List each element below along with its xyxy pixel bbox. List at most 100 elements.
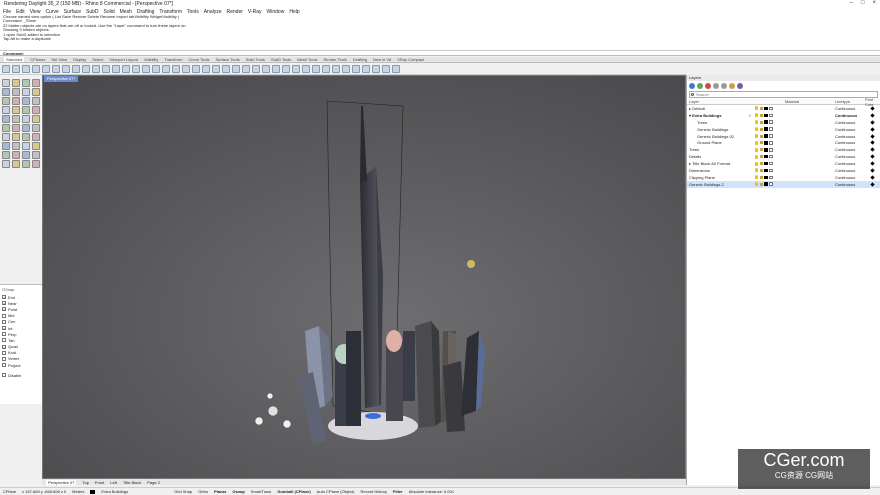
layer-color-swatch[interactable] bbox=[764, 127, 768, 131]
toolbar-tool-icon[interactable] bbox=[282, 64, 290, 73]
layer-linetype[interactable]: Continuous bbox=[835, 182, 865, 187]
viewport-tab-perspective-07[interactable]: Perspective 07 bbox=[46, 479, 77, 485]
layer-print-color[interactable] bbox=[865, 106, 879, 111]
viewport-perspective[interactable] bbox=[42, 75, 686, 479]
menu-item-render[interactable]: Render bbox=[227, 9, 243, 15]
toolbar-tool-icon[interactable] bbox=[2, 64, 10, 73]
osnap-checkbox[interactable] bbox=[2, 319, 6, 324]
layer-print-color[interactable] bbox=[865, 120, 879, 125]
toolbar-tool-icon[interactable] bbox=[312, 64, 320, 73]
toolbar-tool-icon[interactable] bbox=[102, 64, 110, 73]
viewport-scene[interactable] bbox=[43, 76, 685, 478]
toolbar-tool-icon[interactable] bbox=[152, 64, 160, 73]
lightbulb-icon[interactable] bbox=[755, 154, 758, 159]
viewport-tab-top[interactable]: Top bbox=[82, 480, 88, 485]
lightbulb-icon[interactable] bbox=[755, 134, 758, 138]
toolbar-tab-surface-tools[interactable]: Surface Tools bbox=[215, 57, 239, 62]
palette-tool-icon[interactable] bbox=[12, 151, 20, 159]
layer-name[interactable]: Dimensions bbox=[687, 168, 745, 173]
toolbar-tool-icon[interactable] bbox=[192, 64, 200, 73]
osnap-checkbox[interactable]: ✓ bbox=[2, 326, 6, 331]
palette-tool-icon[interactable] bbox=[12, 97, 20, 105]
toolbar-tool-icon[interactable] bbox=[132, 64, 140, 73]
palette-tool-icon[interactable] bbox=[32, 142, 40, 150]
layer-name[interactable]: Generic Buildings 2 bbox=[687, 182, 745, 187]
palette-tool-icon[interactable] bbox=[22, 115, 30, 123]
status-toggle-smarttrack[interactable]: SmartTrack bbox=[251, 489, 272, 494]
palette-tool-icon[interactable] bbox=[32, 160, 40, 168]
toolbar-tool-icon[interactable] bbox=[12, 64, 20, 73]
layer-linetype[interactable]: Continuous bbox=[835, 154, 865, 159]
palette-tool-icon[interactable] bbox=[12, 79, 20, 87]
layer-name[interactable]: ▸ Title Block A2 Format bbox=[687, 161, 745, 166]
toolbar-tab-viewport-layout[interactable]: Viewport Layout bbox=[109, 57, 138, 62]
layer-linetype[interactable]: Continuous bbox=[835, 113, 865, 118]
toolbar-tool-icon[interactable] bbox=[292, 64, 300, 73]
status-toggle-planar[interactable]: Planar bbox=[214, 489, 226, 494]
lock-icon[interactable] bbox=[759, 141, 763, 145]
lightbulb-icon[interactable] bbox=[755, 106, 758, 111]
osnap-checkbox[interactable]: ✓ bbox=[2, 344, 6, 349]
menu-item-analyze[interactable]: Analyze bbox=[204, 9, 222, 15]
layer-row[interactable]: Dimensions Continuous bbox=[687, 167, 880, 174]
layer-color-swatch[interactable] bbox=[764, 182, 768, 186]
layer-name[interactable]: Generic Buildings bbox=[687, 127, 745, 132]
toolbar-tab-display[interactable]: Display bbox=[73, 57, 86, 62]
col-linetype[interactable]: Linetype bbox=[835, 99, 865, 104]
toolbar-tool-icon[interactable] bbox=[172, 64, 180, 73]
layer-row[interactable]: ▸ Default Continuous bbox=[687, 105, 880, 112]
lock-icon[interactable] bbox=[759, 175, 763, 179]
palette-tool-icon[interactable] bbox=[32, 79, 40, 87]
layer-row[interactable]: Trees Continuous bbox=[687, 119, 880, 126]
viewport-tab-page-2[interactable]: Page 2 bbox=[147, 480, 160, 485]
osnap-checkbox[interactable] bbox=[2, 332, 6, 337]
layer-print-color[interactable] bbox=[865, 161, 879, 166]
toolbar-tab-select[interactable]: Select bbox=[92, 57, 103, 62]
lightbulb-icon[interactable] bbox=[755, 175, 758, 180]
layer-color-swatch[interactable] bbox=[764, 134, 768, 138]
status-toggle-ortho[interactable]: Ortho bbox=[198, 489, 208, 494]
palette-tool-icon[interactable] bbox=[2, 142, 10, 150]
layer-row[interactable]: Generic Buildings 2 Continuous bbox=[687, 180, 880, 188]
layer-name[interactable]: ▾ Extra Buildings bbox=[687, 113, 745, 118]
lightbulb-icon[interactable] bbox=[755, 140, 758, 145]
gumball-center[interactable] bbox=[267, 405, 279, 417]
layer-row[interactable]: Ground Plane Continuous bbox=[687, 139, 880, 146]
lock-icon[interactable] bbox=[759, 162, 763, 166]
status-toggle-record-history[interactable]: Record History bbox=[360, 489, 386, 494]
tools-icon[interactable] bbox=[737, 82, 743, 89]
toolbar-tool-icon[interactable] bbox=[182, 64, 190, 73]
layer-color-swatch[interactable] bbox=[764, 120, 768, 124]
palette-tool-icon[interactable] bbox=[2, 97, 10, 105]
layer-linetype[interactable]: Continuous bbox=[835, 168, 865, 173]
layer-name[interactable]: Trees bbox=[687, 120, 745, 125]
toolbar-tab-render-tools[interactable]: Render Tools bbox=[323, 57, 347, 62]
toolbar-tool-icon[interactable] bbox=[212, 64, 220, 73]
layer-material-swatch[interactable] bbox=[769, 106, 773, 111]
layer-name[interactable]: Ground Plane bbox=[687, 140, 745, 145]
palette-tool-icon[interactable] bbox=[32, 97, 40, 105]
osnap-checkbox[interactable] bbox=[2, 313, 6, 318]
viewport-title[interactable]: Perspective 07* bbox=[44, 76, 79, 82]
palette-tool-icon[interactable] bbox=[2, 151, 10, 159]
palette-tool-icon[interactable] bbox=[2, 79, 10, 87]
palette-tool-icon[interactable] bbox=[2, 115, 10, 123]
palette-tool-icon[interactable] bbox=[22, 88, 30, 96]
toolbar-tool-icon[interactable] bbox=[242, 64, 250, 73]
palette-tool-icon[interactable] bbox=[2, 106, 10, 114]
toolbar-tab-mesh-tools[interactable]: Mesh Tools bbox=[297, 57, 317, 62]
osnap-checkbox[interactable] bbox=[2, 350, 6, 355]
layer-print-color[interactable] bbox=[865, 168, 879, 173]
viewport-tab-title-block[interactable]: Title Block bbox=[123, 480, 141, 485]
toolbar-tool-icon[interactable] bbox=[32, 64, 40, 73]
layer-material-swatch[interactable] bbox=[769, 148, 773, 152]
lock-icon[interactable] bbox=[759, 120, 763, 124]
layer-name[interactable]: Details bbox=[687, 154, 745, 159]
layer-linetype[interactable]: Continuous bbox=[835, 106, 865, 111]
col-layer[interactable]: Layer bbox=[687, 99, 745, 104]
palette-tool-icon[interactable] bbox=[22, 160, 30, 168]
palette-tool-icon[interactable] bbox=[32, 115, 40, 123]
layer-search-input[interactable]: Search bbox=[689, 91, 878, 98]
layer-material-swatch[interactable] bbox=[769, 168, 773, 173]
command-prompt[interactable]: Command: bbox=[0, 51, 880, 56]
